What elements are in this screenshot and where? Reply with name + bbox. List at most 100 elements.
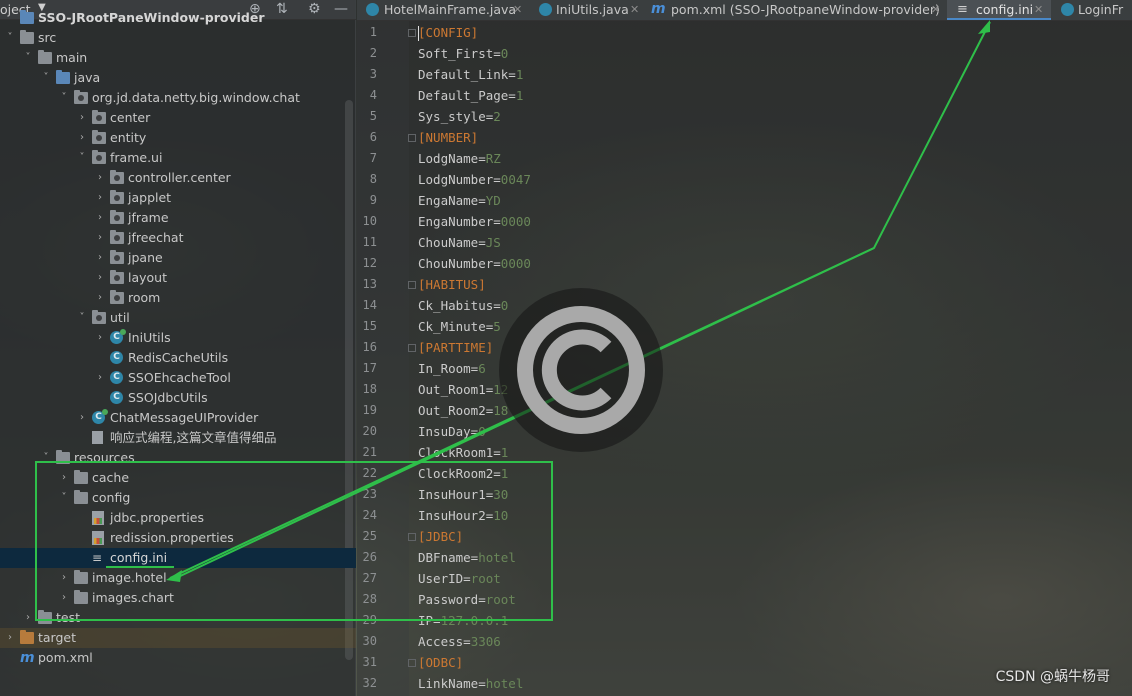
chevron-right-icon[interactable]: ›: [58, 568, 70, 588]
chevron-right-icon[interactable]: ›: [22, 608, 34, 628]
chevron-down-icon[interactable]: ˅: [58, 88, 70, 108]
fold-marker-icon[interactable]: [408, 281, 416, 289]
tree-item[interactable]: › test: [0, 608, 356, 628]
ini-key-value-line[interactable]: DBFname=hotel: [418, 547, 516, 568]
ini-section-line[interactable]: [PARTTIME]: [418, 337, 493, 358]
tree-item[interactable]: › images.chart: [0, 588, 356, 608]
tree-item[interactable]: › IniUtils: [0, 328, 356, 348]
ini-key-value-line[interactable]: ClockRoom1=1: [418, 442, 508, 463]
chevron-right-icon[interactable]: ›: [94, 248, 106, 268]
tree-item[interactable]: jdbc.properties: [0, 508, 356, 528]
tab-iniutils[interactable]: IniUtils.java ✕: [535, 0, 647, 20]
tab-config-ini[interactable]: ≡ config.ini ✕: [947, 0, 1051, 20]
chevron-down-icon[interactable]: ˅: [40, 68, 52, 88]
chevron-right-icon[interactable]: ›: [94, 288, 106, 308]
fold-marker-icon[interactable]: [408, 134, 416, 142]
tree-item[interactable]: SSO-JRootPaneWindow-provider: [0, 8, 356, 28]
ini-key-value-line[interactable]: InsuHour2=10: [418, 505, 508, 526]
tree-item[interactable]: › jpane: [0, 248, 356, 268]
ini-section-line[interactable]: [NUMBER]: [418, 127, 478, 148]
ini-key-value-line[interactable]: InsuDay=0: [418, 421, 486, 442]
chevron-right-icon[interactable]: ›: [4, 628, 16, 648]
tab-pom[interactable]: m pom.xml (SSO-JRootpaneWindow-provider)…: [647, 0, 947, 20]
chevron-right-icon[interactable]: ›: [58, 588, 70, 608]
ini-key-value-line[interactable]: UserID=root: [418, 568, 501, 589]
tree-item[interactable]: ˅ java: [0, 68, 356, 88]
tree-item[interactable]: ˅ config: [0, 488, 356, 508]
ini-key-value-line[interactable]: Access=3306: [418, 631, 501, 652]
close-icon[interactable]: ✕: [630, 0, 639, 19]
fold-marker-icon[interactable]: [408, 533, 416, 541]
tree-item[interactable]: ˅ resources: [0, 448, 356, 468]
chevron-right-icon[interactable]: ›: [58, 468, 70, 488]
chevron-down-icon[interactable]: ˅: [76, 308, 88, 328]
close-icon[interactable]: ✕: [931, 0, 940, 19]
tree-item[interactable]: › image.hotel: [0, 568, 356, 588]
ini-key-value-line[interactable]: InsuHour1=30: [418, 484, 508, 505]
chevron-down-icon[interactable]: ˅: [58, 488, 70, 508]
ini-section-line[interactable]: [ODBC]: [418, 652, 463, 673]
tree-item[interactable]: › room: [0, 288, 356, 308]
tree-item[interactable]: SSOJdbcUtils: [0, 388, 356, 408]
chevron-down-icon[interactable]: ˅: [4, 28, 16, 48]
tree-item[interactable]: RedisCacheUtils: [0, 348, 356, 368]
tree-item[interactable]: ˅ main: [0, 48, 356, 68]
ini-key-value-line[interactable]: Ck_Habitus=0: [418, 295, 508, 316]
ini-key-value-line[interactable]: Default_Link=1: [418, 64, 523, 85]
ini-section-line[interactable]: [HABITUS]: [418, 274, 486, 295]
tree-item[interactable]: › entity: [0, 128, 356, 148]
tree-item[interactable]: › ChatMessageUIProvider: [0, 408, 356, 428]
close-icon[interactable]: ✕: [1034, 0, 1043, 19]
tree-item[interactable]: › japplet: [0, 188, 356, 208]
ini-key-value-line[interactable]: Sys_style=2: [418, 106, 501, 127]
ini-section-line[interactable]: [CONFIG]: [418, 22, 478, 43]
tree-item[interactable]: redission.properties: [0, 528, 356, 548]
chevron-right-icon[interactable]: ›: [76, 108, 88, 128]
tree-item[interactable]: ˅ src: [0, 28, 356, 48]
tree-item[interactable]: › center: [0, 108, 356, 128]
ini-key-value-line[interactable]: LodgNumber=0047: [418, 169, 531, 190]
tab-loginframe[interactable]: LoginFr: [1057, 0, 1132, 20]
ini-key-value-line[interactable]: Out_Room1=12: [418, 379, 508, 400]
tab-hotelmainframe[interactable]: HotelMainFrame.java ✕: [357, 0, 535, 20]
tree-item[interactable]: › SSOEhcacheTool: [0, 368, 356, 388]
chevron-right-icon[interactable]: ›: [94, 228, 106, 248]
tree-item[interactable]: 响应式编程,这篇文章值得细品: [0, 428, 356, 448]
tree-item[interactable]: › target: [0, 628, 356, 648]
ini-key-value-line[interactable]: LodgName=RZ: [418, 148, 501, 169]
tree-item[interactable]: › controller.center: [0, 168, 356, 188]
chevron-right-icon[interactable]: ›: [94, 368, 106, 388]
ini-key-value-line[interactable]: Out_Room2=18: [418, 400, 508, 421]
tree-item[interactable]: ˅ org.jd.data.netty.big.window.chat: [0, 88, 356, 108]
chevron-right-icon[interactable]: ›: [76, 128, 88, 148]
chevron-down-icon[interactable]: ˅: [22, 48, 34, 68]
fold-marker-icon[interactable]: [408, 344, 416, 352]
tree-item[interactable]: › layout: [0, 268, 356, 288]
fold-marker-icon[interactable]: [408, 659, 416, 667]
chevron-down-icon[interactable]: ˅: [40, 448, 52, 468]
ini-key-value-line[interactable]: EngaNumber=0000: [418, 211, 531, 232]
ini-key-value-line[interactable]: ChouNumber=0000: [418, 253, 531, 274]
close-icon[interactable]: ✕: [513, 0, 522, 19]
ini-key-value-line[interactable]: ClockRoom2=1: [418, 463, 508, 484]
ini-section-line[interactable]: [JDBC]: [418, 526, 463, 547]
ini-key-value-line[interactable]: Default_Page=1: [418, 85, 523, 106]
ini-key-value-line[interactable]: IP=127.0.0.1: [418, 610, 508, 631]
tree-item[interactable]: m pom.xml: [0, 648, 356, 668]
chevron-right-icon[interactable]: ›: [94, 268, 106, 288]
tree-item[interactable]: › cache: [0, 468, 356, 488]
fold-marker-icon[interactable]: [408, 29, 416, 37]
tree-item[interactable]: › jframe: [0, 208, 356, 228]
tree-item[interactable]: › jfreechat: [0, 228, 356, 248]
tree-item[interactable]: config.ini: [0, 548, 356, 568]
ini-key-value-line[interactable]: LinkName=hotel: [418, 673, 523, 694]
chevron-right-icon[interactable]: ›: [94, 168, 106, 188]
ini-key-value-line[interactable]: In_Room=6: [418, 358, 486, 379]
chevron-down-icon[interactable]: ˅: [76, 148, 88, 168]
chevron-right-icon[interactable]: ›: [94, 188, 106, 208]
tree-item[interactable]: ˅ frame.ui: [0, 148, 356, 168]
ini-key-value-line[interactable]: EngaName=YD: [418, 190, 501, 211]
ini-key-value-line[interactable]: Soft_First=0: [418, 43, 508, 64]
chevron-right-icon[interactable]: ›: [94, 328, 106, 348]
tree-item[interactable]: ˅ util: [0, 308, 356, 328]
